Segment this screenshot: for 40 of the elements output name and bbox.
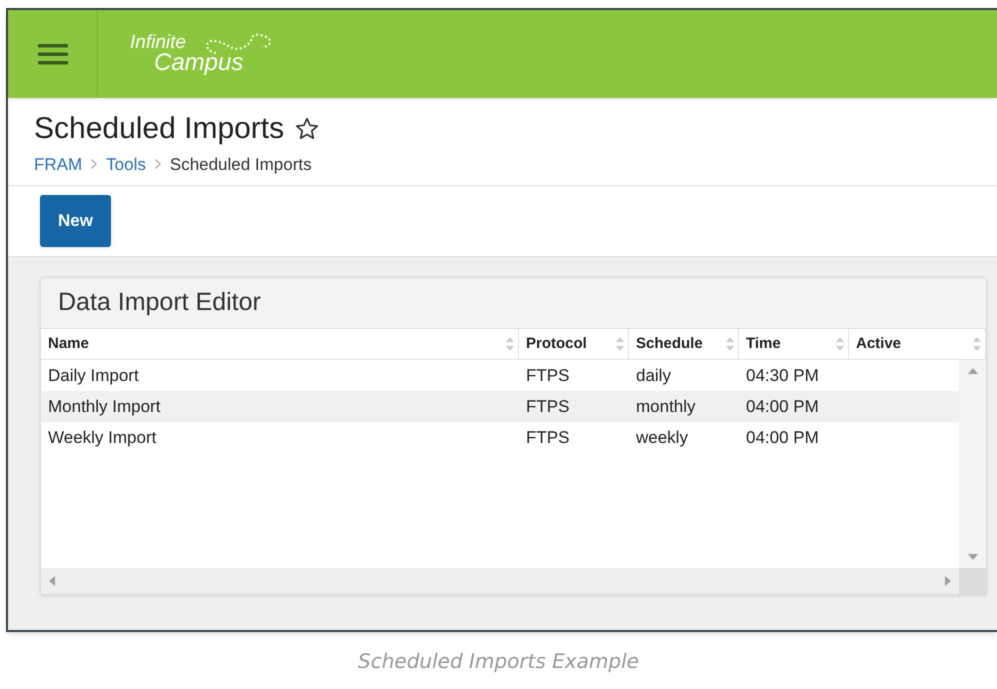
chevron-icon	[90, 158, 98, 170]
column-header[interactable]: Time	[739, 329, 849, 359]
sort-icon[interactable]	[973, 336, 981, 352]
column-header[interactable]: Schedule	[629, 329, 739, 359]
breadcrumb-link[interactable]: Tools	[106, 152, 146, 177]
new-button[interactable]: New	[40, 195, 111, 247]
table-cell-text: 04:30 PM	[745, 364, 820, 387]
scroll-right-icon[interactable]	[945, 576, 951, 586]
panel-title: Data Import Editor	[57, 287, 262, 318]
breadcrumb-current: Scheduled Imports	[170, 154, 312, 176]
table-cell-text: 04:00 PM	[745, 426, 820, 449]
star-icon[interactable]	[294, 116, 320, 142]
vertical-scrollbar[interactable]	[959, 360, 986, 568]
table-cell-text: Daily Import	[47, 364, 140, 387]
table-cell-text: Weekly Import	[47, 426, 158, 449]
sort-icon[interactable]	[616, 336, 624, 352]
breadcrumb-link[interactable]: FRAM	[34, 152, 82, 177]
scroll-up-icon[interactable]	[968, 368, 978, 374]
scroll-down-icon[interactable]	[968, 554, 978, 560]
sort-icon[interactable]	[836, 336, 844, 352]
table-cell-text: Monthly Import	[47, 396, 162, 418]
caption: Scheduled Imports Example	[358, 648, 639, 674]
table-cell-text: daily	[635, 364, 672, 387]
page-title: Scheduled Imports	[34, 111, 284, 147]
sort-icon[interactable]	[726, 336, 734, 352]
horizontal-scrollbar[interactable]	[41, 568, 959, 594]
column-header[interactable]: Name	[41, 329, 519, 359]
scroll-left-icon[interactable]	[49, 576, 55, 586]
logo-text: Campus	[154, 51, 244, 75]
table-cell-text: monthly	[635, 396, 697, 418]
table-cell-text: FTPS	[525, 426, 570, 449]
column-header[interactable]: Active	[849, 329, 986, 359]
logo-text: Infinite	[130, 33, 186, 52]
table-cell-text: weekly	[635, 426, 689, 449]
sort-icon[interactable]	[506, 336, 514, 352]
table-cell-text: 04:00 PM	[745, 396, 820, 418]
chevron-icon	[154, 158, 162, 170]
column-header[interactable]: Protocol	[519, 329, 629, 359]
table-cell-text: FTPS	[525, 396, 570, 418]
table-cell-text: FTPS	[525, 364, 570, 387]
